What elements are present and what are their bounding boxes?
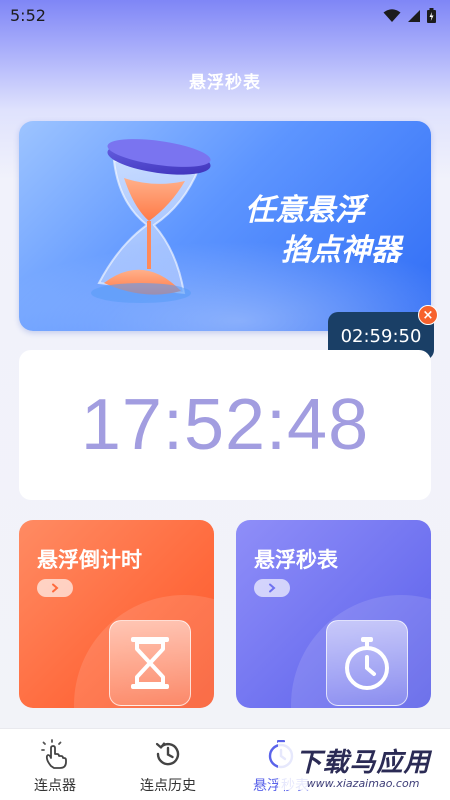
countdown-card[interactable]: 悬浮倒计时 xyxy=(19,520,214,708)
signal-icon xyxy=(408,9,420,22)
tap-icon xyxy=(0,737,110,771)
battery-icon xyxy=(427,8,436,23)
stopwatch-card[interactable]: 悬浮秒表 xyxy=(236,520,431,708)
banner-line-1: 任意悬浮 xyxy=(245,193,365,228)
stopwatch-icon xyxy=(326,620,408,706)
history-icon xyxy=(113,737,223,771)
wifi-icon xyxy=(383,8,401,22)
chevron-right-icon[interactable] xyxy=(37,579,73,597)
status-bar: 5:52 xyxy=(0,0,450,32)
hourglass-icon xyxy=(109,620,191,706)
close-icon[interactable]: × xyxy=(418,305,438,325)
chevron-right-icon[interactable] xyxy=(254,579,290,597)
clock-time: 17:52:48 xyxy=(80,385,370,465)
stopwatch-card-title: 悬浮秒表 xyxy=(254,548,338,572)
banner-text: 任意悬浮 掐点神器 xyxy=(245,191,401,271)
status-icons xyxy=(383,8,436,23)
page-title: 悬浮秒表 xyxy=(189,73,261,93)
nav-label-clicker: 连点器 xyxy=(34,778,76,794)
nav-item-history[interactable]: 连点历史 xyxy=(113,737,223,797)
banner-line-2: 掐点神器 xyxy=(281,233,401,268)
watermark-cn: 下载马应用 xyxy=(295,748,431,778)
nav-item-clicker[interactable]: 连点器 xyxy=(0,737,110,797)
watermark-en: www.xiazaimao.com xyxy=(306,777,420,790)
hourglass-icon xyxy=(91,139,211,303)
clock-card: 17:52:48 xyxy=(19,350,431,500)
status-time: 5:52 xyxy=(10,6,46,25)
countdown-card-title: 悬浮倒计时 xyxy=(37,548,142,572)
watermark-logo: 下载马应用 www.xiazaimao.com xyxy=(278,742,448,790)
promo-banner[interactable]: 任意悬浮 掐点神器 xyxy=(19,121,431,331)
nav-label-history: 连点历史 xyxy=(140,778,196,794)
